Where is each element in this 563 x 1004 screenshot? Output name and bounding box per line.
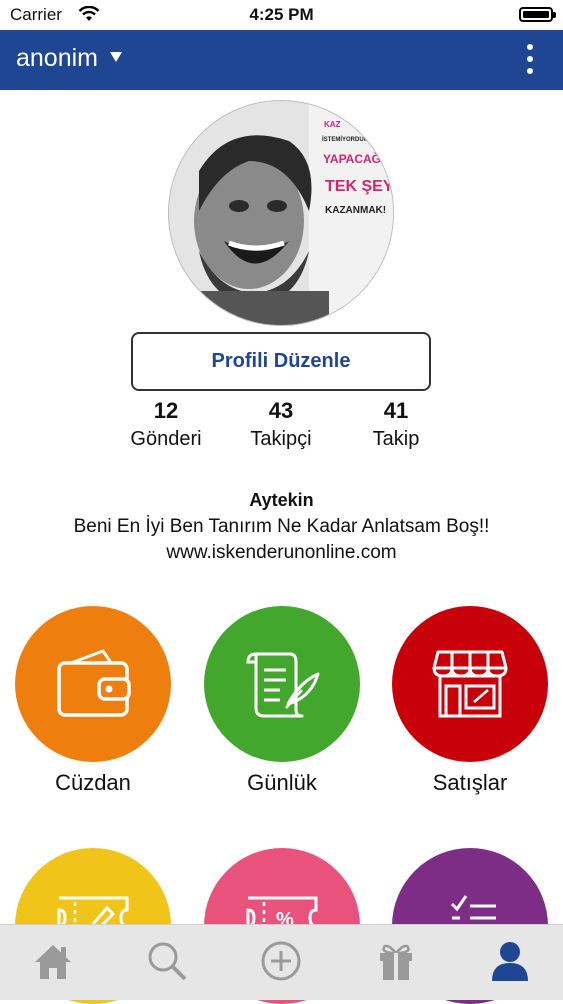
status-bar: Carrier 4:25 PM: [0, 0, 563, 30]
sales-button[interactable]: [392, 606, 548, 762]
avatar-text-line: YAPACAĞI: [323, 151, 384, 166]
sales-label: Satışlar: [432, 770, 508, 795]
chevron-down-icon[interactable]: [110, 52, 122, 62]
diary-label: Günlük: [247, 770, 317, 795]
tab-gift[interactable]: [372, 937, 420, 985]
following-count: 41: [383, 398, 409, 423]
tab-profile[interactable]: [486, 937, 534, 985]
discount-ticket-icon: %: [246, 896, 318, 928]
wallet-label: Cüzdan: [55, 770, 131, 795]
profile-icon: [492, 942, 528, 981]
profile-stats: 12 Gönderi 43 Takipçi 41 Takip: [0, 398, 563, 458]
wallet-icon: [57, 649, 131, 717]
ticket-edit-icon: [57, 896, 129, 928]
following-label: Takip: [372, 428, 420, 450]
following-stat[interactable]: 41 Takip: [336, 398, 456, 451]
website-link[interactable]: www.iskenderunonline.com: [0, 542, 563, 568]
search-icon: [148, 942, 187, 981]
add-icon: [261, 941, 301, 981]
tab-home[interactable]: [29, 937, 77, 985]
store-icon: [432, 650, 508, 718]
bottom-tab-bar: [0, 924, 563, 1000]
posts-stat[interactable]: 12 Gönderi: [106, 398, 226, 451]
avatar-text-line: TEK ŞEY: [325, 178, 394, 195]
profile-name: Aytekin: [249, 490, 314, 510]
top-navigation-bar: anonim: [0, 30, 563, 90]
followers-stat[interactable]: 43 Takipçi: [221, 398, 341, 451]
avatar-image: KAZ İSTEMİYORDUM YAPACAĞI TEK ŞEY KAZANM…: [169, 101, 394, 325]
avatar-text-line: KAZANMAK!: [325, 205, 386, 216]
edit-profile-button[interactable]: Profili Düzenle: [131, 332, 431, 391]
diary-button[interactable]: [204, 606, 360, 762]
posts-label: Gönderi: [130, 428, 202, 450]
home-icon: [35, 945, 71, 979]
wallet-button[interactable]: [15, 606, 171, 762]
gift-icon: [380, 944, 412, 980]
account-switcher[interactable]: anonim: [16, 44, 98, 73]
clock: 4:25 PM: [249, 5, 314, 24]
scroll-quill-icon: [246, 652, 320, 718]
posts-count: 12: [153, 398, 179, 423]
avatar-text-line: İSTEMİYORDUM: [322, 136, 369, 143]
checklist-icon: [450, 895, 496, 920]
bio-text: Beni En İyi Ben Tanırım Ne Kadar Anlatsa…: [73, 516, 490, 537]
more-options-icon[interactable]: [527, 44, 535, 76]
battery-icon: [519, 7, 556, 22]
tab-add[interactable]: [257, 937, 305, 985]
avatar-text-line: KAZ: [324, 120, 341, 129]
followers-label: Takipçi: [250, 428, 312, 450]
tab-search[interactable]: [143, 937, 191, 985]
profile-avatar[interactable]: KAZ İSTEMİYORDUM YAPACAĞI TEK ŞEY KAZANM…: [168, 100, 394, 326]
followers-count: 43: [268, 398, 294, 423]
profile-bio: Aytekin Beni En İyi Ben Tanırım Ne Kadar…: [0, 490, 563, 568]
